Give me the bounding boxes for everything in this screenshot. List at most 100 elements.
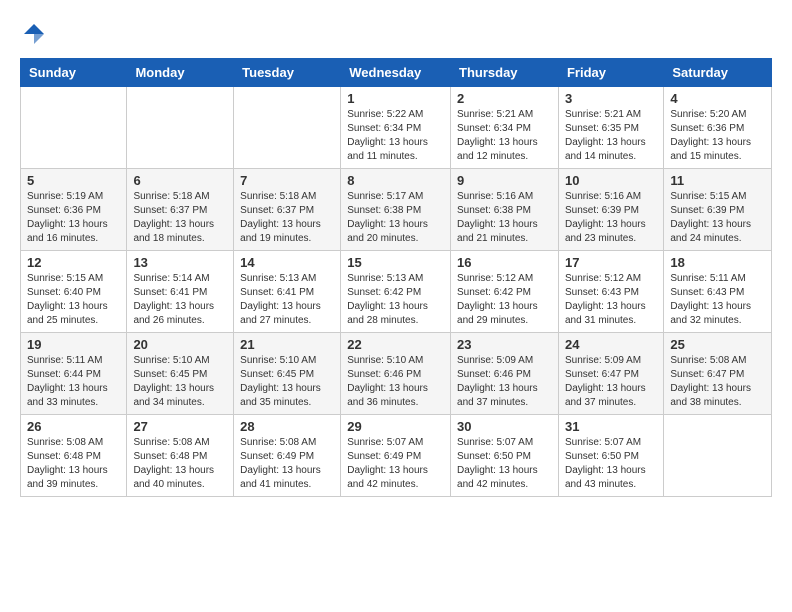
calendar-cell: 21 Sunrise: 5:10 AM Sunset: 6:45 PM Dayli… <box>234 333 341 415</box>
calendar-cell: 19Sunrise: 5:11 AM Sunset: 6:44 PM Dayli… <box>21 333 127 415</box>
day-number: 19 <box>27 337 120 352</box>
day-info: Sunrise: 5:22 AM Sunset: 6:34 PM Dayligh… <box>347 108 444 164</box>
weekday-header-thursday: Thursday <box>451 59 559 87</box>
weekday-header-monday: Monday <box>127 59 234 87</box>
day-info: Sunrise: 5:09 AM Sunset: 6:47 PM Dayligh… <box>565 354 657 410</box>
day-number: 24 <box>565 337 657 352</box>
day-number: 27 <box>133 419 227 434</box>
calendar-cell <box>21 87 127 169</box>
day-info: Sunrise: 5:12 AM Sunset: 6:43 PM Dayligh… <box>565 272 657 328</box>
calendar-week-row: 26 Sunrise: 5:08 AM Sunset: 6:48 PM Dayli… <box>21 415 772 497</box>
day-number: 12 <box>27 255 120 270</box>
day-number: 21 <box>240 337 334 352</box>
day-info: Sunrise: 5:11 AM Sunset: 6:43 PM Dayligh… <box>670 272 765 328</box>
day-number: 22 <box>347 337 444 352</box>
weekday-header-saturday: Saturday <box>664 59 772 87</box>
calendar-cell: 17 Sunrise: 5:12 AM Sunset: 6:43 PM Dayli… <box>558 251 663 333</box>
day-info: Sunrise: 5:12 AM Sunset: 6:42 PM Dayligh… <box>457 272 552 328</box>
day-info: Sunrise: 5:08 AM Sunset: 6:49 PM Dayligh… <box>240 436 334 492</box>
calendar-week-row: 19Sunrise: 5:11 AM Sunset: 6:44 PM Dayli… <box>21 333 772 415</box>
day-number: 20 <box>133 337 227 352</box>
day-info: Sunrise: 5:18 AM Sunset: 6:37 PM Dayligh… <box>240 190 334 246</box>
calendar-cell: 12 Sunrise: 5:15 AM Sunset: 6:40 PM Dayli… <box>21 251 127 333</box>
calendar-cell: 18 Sunrise: 5:11 AM Sunset: 6:43 PM Dayli… <box>664 251 772 333</box>
calendar-cell: 11Sunrise: 5:15 AM Sunset: 6:39 PM Dayli… <box>664 169 772 251</box>
calendar-cell: 28Sunrise: 5:08 AM Sunset: 6:49 PM Dayli… <box>234 415 341 497</box>
day-info: Sunrise: 5:16 AM Sunset: 6:39 PM Dayligh… <box>565 190 657 246</box>
day-number: 30 <box>457 419 552 434</box>
calendar-cell: 14 Sunrise: 5:13 AM Sunset: 6:41 PM Dayli… <box>234 251 341 333</box>
page-header <box>20 20 772 48</box>
day-info: Sunrise: 5:08 AM Sunset: 6:48 PM Dayligh… <box>27 436 120 492</box>
day-info: Sunrise: 5:21 AM Sunset: 6:35 PM Dayligh… <box>565 108 657 164</box>
day-number: 1 <box>347 91 444 106</box>
day-info: Sunrise: 5:07 AM Sunset: 6:50 PM Dayligh… <box>457 436 552 492</box>
calendar-table: SundayMondayTuesdayWednesdayThursdayFrid… <box>20 58 772 497</box>
calendar-cell: 7 Sunrise: 5:18 AM Sunset: 6:37 PM Daylig… <box>234 169 341 251</box>
day-number: 13 <box>133 255 227 270</box>
calendar-cell: 5 Sunrise: 5:19 AM Sunset: 6:36 PM Daylig… <box>21 169 127 251</box>
day-info: Sunrise: 5:13 AM Sunset: 6:41 PM Dayligh… <box>240 272 334 328</box>
day-number: 15 <box>347 255 444 270</box>
calendar-cell: 25 Sunrise: 5:08 AM Sunset: 6:47 PM Dayli… <box>664 333 772 415</box>
calendar-cell: 20 Sunrise: 5:10 AM Sunset: 6:45 PM Dayli… <box>127 333 234 415</box>
calendar-cell: 16 Sunrise: 5:12 AM Sunset: 6:42 PM Dayli… <box>451 251 559 333</box>
day-number: 31 <box>565 419 657 434</box>
calendar-cell: 6Sunrise: 5:18 AM Sunset: 6:37 PM Daylig… <box>127 169 234 251</box>
day-number: 16 <box>457 255 552 270</box>
day-info: Sunrise: 5:13 AM Sunset: 6:42 PM Dayligh… <box>347 272 444 328</box>
calendar-week-row: 1 Sunrise: 5:22 AM Sunset: 6:34 PM Daylig… <box>21 87 772 169</box>
day-number: 23 <box>457 337 552 352</box>
day-info: Sunrise: 5:14 AM Sunset: 6:41 PM Dayligh… <box>133 272 227 328</box>
calendar-cell <box>664 415 772 497</box>
calendar-cell <box>234 87 341 169</box>
day-info: Sunrise: 5:07 AM Sunset: 6:49 PM Dayligh… <box>347 436 444 492</box>
day-info: Sunrise: 5:15 AM Sunset: 6:39 PM Dayligh… <box>670 190 765 246</box>
calendar-cell: 3 Sunrise: 5:21 AM Sunset: 6:35 PM Daylig… <box>558 87 663 169</box>
day-info: Sunrise: 5:09 AM Sunset: 6:46 PM Dayligh… <box>457 354 552 410</box>
day-info: Sunrise: 5:08 AM Sunset: 6:48 PM Dayligh… <box>133 436 227 492</box>
calendar-cell: 15 Sunrise: 5:13 AM Sunset: 6:42 PM Dayli… <box>341 251 451 333</box>
calendar-cell: 24 Sunrise: 5:09 AM Sunset: 6:47 PM Dayli… <box>558 333 663 415</box>
calendar-cell: 29 Sunrise: 5:07 AM Sunset: 6:49 PM Dayli… <box>341 415 451 497</box>
day-number: 5 <box>27 173 120 188</box>
day-info: Sunrise: 5:15 AM Sunset: 6:40 PM Dayligh… <box>27 272 120 328</box>
day-number: 10 <box>565 173 657 188</box>
calendar-cell: 8Sunrise: 5:17 AM Sunset: 6:38 PM Daylig… <box>341 169 451 251</box>
day-number: 25 <box>670 337 765 352</box>
calendar-week-row: 5 Sunrise: 5:19 AM Sunset: 6:36 PM Daylig… <box>21 169 772 251</box>
day-number: 29 <box>347 419 444 434</box>
day-number: 6 <box>133 173 227 188</box>
day-info: Sunrise: 5:16 AM Sunset: 6:38 PM Dayligh… <box>457 190 552 246</box>
day-info: Sunrise: 5:19 AM Sunset: 6:36 PM Dayligh… <box>27 190 120 246</box>
day-info: Sunrise: 5:10 AM Sunset: 6:46 PM Dayligh… <box>347 354 444 410</box>
day-number: 3 <box>565 91 657 106</box>
calendar-cell: 4 Sunrise: 5:20 AM Sunset: 6:36 PM Daylig… <box>664 87 772 169</box>
day-number: 14 <box>240 255 334 270</box>
calendar-cell: 22 Sunrise: 5:10 AM Sunset: 6:46 PM Dayli… <box>341 333 451 415</box>
calendar-cell <box>127 87 234 169</box>
day-info: Sunrise: 5:10 AM Sunset: 6:45 PM Dayligh… <box>133 354 227 410</box>
calendar-cell: 1 Sunrise: 5:22 AM Sunset: 6:34 PM Daylig… <box>341 87 451 169</box>
day-number: 17 <box>565 255 657 270</box>
calendar-cell: 31 Sunrise: 5:07 AM Sunset: 6:50 PM Dayli… <box>558 415 663 497</box>
calendar-week-row: 12 Sunrise: 5:15 AM Sunset: 6:40 PM Dayli… <box>21 251 772 333</box>
weekday-header-friday: Friday <box>558 59 663 87</box>
calendar-cell: 23 Sunrise: 5:09 AM Sunset: 6:46 PM Dayli… <box>451 333 559 415</box>
day-info: Sunrise: 5:10 AM Sunset: 6:45 PM Dayligh… <box>240 354 334 410</box>
day-info: Sunrise: 5:08 AM Sunset: 6:47 PM Dayligh… <box>670 354 765 410</box>
day-number: 7 <box>240 173 334 188</box>
day-number: 4 <box>670 91 765 106</box>
calendar-cell: 27 Sunrise: 5:08 AM Sunset: 6:48 PM Dayli… <box>127 415 234 497</box>
day-info: Sunrise: 5:20 AM Sunset: 6:36 PM Dayligh… <box>670 108 765 164</box>
weekday-header-sunday: Sunday <box>21 59 127 87</box>
day-number: 2 <box>457 91 552 106</box>
day-number: 18 <box>670 255 765 270</box>
calendar-cell: 30 Sunrise: 5:07 AM Sunset: 6:50 PM Dayli… <box>451 415 559 497</box>
calendar-cell: 2Sunrise: 5:21 AM Sunset: 6:34 PM Daylig… <box>451 87 559 169</box>
day-info: Sunrise: 5:07 AM Sunset: 6:50 PM Dayligh… <box>565 436 657 492</box>
logo-icon <box>20 20 48 48</box>
weekday-header-row: SundayMondayTuesdayWednesdayThursdayFrid… <box>21 59 772 87</box>
day-number: 26 <box>27 419 120 434</box>
day-info: Sunrise: 5:17 AM Sunset: 6:38 PM Dayligh… <box>347 190 444 246</box>
